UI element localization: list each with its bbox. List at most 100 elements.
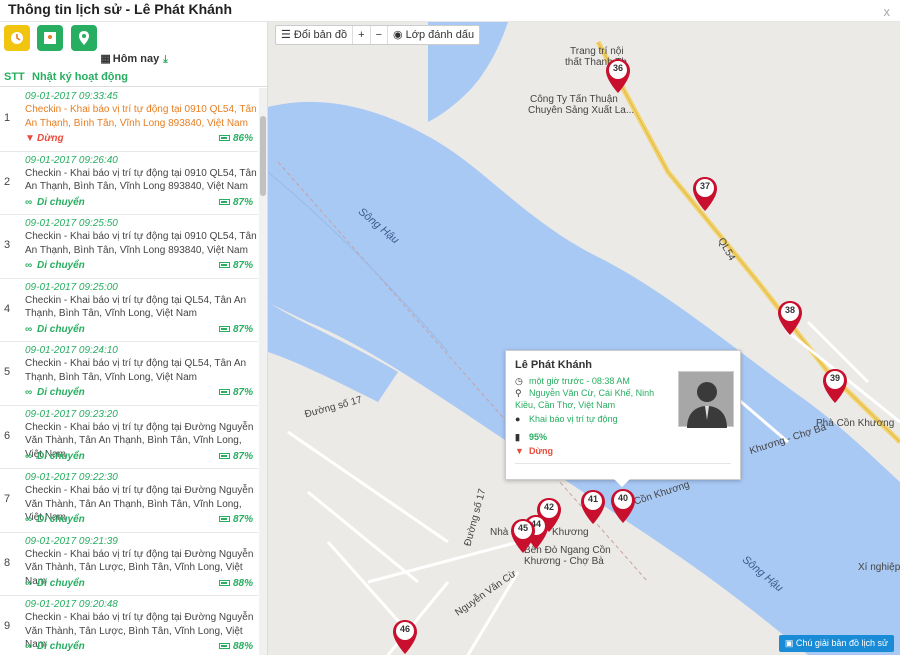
row-status-label: Di chuyển bbox=[37, 387, 85, 398]
zoom-in-button[interactable]: + bbox=[353, 26, 371, 44]
stop-pin-icon: ▼ bbox=[515, 446, 524, 456]
poi-label: Trang trí nội bbox=[570, 46, 624, 57]
row-status-label: Di chuyển bbox=[37, 450, 85, 462]
list-item[interactable]: 3 09-01-2017 09:25:50 Checkin - Khai báo… bbox=[0, 215, 258, 279]
row-number: 1 bbox=[4, 112, 11, 124]
battery-icon bbox=[218, 516, 230, 523]
poi-label: Công Ty Tấn Thuận bbox=[530, 94, 618, 105]
map-legend-button[interactable]: ▣ Chú giải bản đồ lịch sử bbox=[778, 635, 894, 652]
list-icon: ☰ bbox=[281, 29, 294, 41]
battery-icon: ▮ bbox=[515, 432, 520, 442]
row-status-label: Di chuyển bbox=[37, 577, 85, 589]
bicycle-icon: ∞ bbox=[25, 641, 33, 652]
history-icon bbox=[11, 32, 23, 44]
list-item[interactable]: 2 09-01-2017 09:26:40 Checkin - Khai báo… bbox=[0, 152, 258, 215]
scrollbar-thumb[interactable] bbox=[260, 116, 266, 196]
row-battery-value: 87% bbox=[232, 514, 253, 525]
row-status-label: Di chuyển bbox=[37, 641, 85, 652]
map-marker[interactable]: 36 bbox=[605, 58, 631, 94]
row-battery: 87% bbox=[218, 450, 253, 462]
map-marker[interactable]: 46 bbox=[392, 619, 418, 655]
comment-icon: ● bbox=[515, 414, 521, 424]
change-map-label: Đổi bản đồ bbox=[293, 29, 348, 41]
map-legend-label: Chú giải bản đồ lịch sử bbox=[795, 638, 888, 648]
row-time: 09-01-2017 09:20:48 bbox=[25, 599, 118, 610]
map-canvas[interactable]: ☰ Đổi bản đồ + − ◉ Lớp đánh dấu Trang tr… bbox=[268, 22, 900, 655]
list-item[interactable]: 4 09-01-2017 09:25:00 Checkin - Khai báo… bbox=[0, 279, 258, 342]
battery-icon bbox=[218, 389, 230, 396]
bicycle-icon: ∞ bbox=[25, 196, 33, 208]
marker-label: 36 bbox=[612, 63, 623, 73]
window-titlebar: Thông tin lịch sử - Lê Phát Khánh x bbox=[0, 0, 900, 22]
list-scrollbar[interactable] bbox=[259, 88, 267, 655]
list-item[interactable]: 6 09-01-2017 09:23:20 Checkin - Khai báo… bbox=[0, 406, 258, 469]
bicycle-icon: ∞ bbox=[25, 323, 33, 335]
row-battery-value: 87% bbox=[232, 196, 253, 208]
row-status: ▼ Dừng bbox=[25, 133, 64, 144]
info-popup[interactable]: Lê Phát Khánh ◷ một giờ trước - 08:38 AM … bbox=[505, 350, 741, 487]
date-filter[interactable]: ▦ Hôm nay ⤓ bbox=[0, 52, 267, 68]
row-status: ∞ Di chuyển bbox=[25, 387, 85, 398]
poi-label: Phà Cồn Khương bbox=[816, 418, 895, 429]
marker-label: 38 bbox=[784, 305, 795, 315]
list-item[interactable]: 5 09-01-2017 09:24:10 Checkin - Khai báo… bbox=[0, 342, 258, 406]
battery-icon bbox=[218, 262, 230, 269]
change-map-button[interactable]: ☰ Đổi bản đồ bbox=[276, 26, 354, 44]
row-battery: 86% bbox=[218, 133, 253, 144]
row-description: Checkin - Khai báo vị trí tự động tại 09… bbox=[25, 104, 257, 129]
close-button[interactable]: x bbox=[884, 4, 891, 19]
row-status: ∞ Di chuyển bbox=[25, 260, 85, 271]
map-marker[interactable]: 37 bbox=[692, 176, 718, 212]
layers-button[interactable]: ◉ Lớp đánh dấu bbox=[388, 26, 479, 44]
marker-label: 42 bbox=[543, 502, 554, 512]
map-marker[interactable]: 40 bbox=[610, 488, 636, 524]
popup-battery-text: 95% bbox=[529, 432, 548, 442]
row-battery-value: 88% bbox=[232, 641, 253, 652]
row-time: 09-01-2017 09:33:45 bbox=[25, 91, 118, 102]
window-title: Thông tin lịch sử - Lê Phát Khánh bbox=[8, 1, 233, 17]
battery-icon bbox=[218, 643, 230, 650]
row-time: 09-01-2017 09:23:20 bbox=[25, 408, 118, 420]
avatar bbox=[678, 371, 734, 428]
popup-type: ● Khai báo vị trí tự động bbox=[515, 413, 618, 425]
poi-label: Xí nghiệp bbox=[858, 562, 900, 573]
row-number: 2 bbox=[4, 175, 11, 188]
row-battery: 88% bbox=[218, 578, 253, 589]
popup-status-text: Dừng bbox=[529, 446, 554, 456]
bicycle-icon: ∞ bbox=[25, 577, 33, 589]
row-battery-value: 87% bbox=[232, 450, 253, 462]
map-marker[interactable]: 45 bbox=[510, 518, 536, 554]
marker-label: 39 bbox=[829, 373, 840, 383]
popup-name: Lê Phát Khánh bbox=[515, 359, 593, 371]
row-time: 09-01-2017 09:21:39 bbox=[25, 535, 118, 547]
list-item[interactable]: 1 09-01-2017 09:33:45 Checkin - Khai báo… bbox=[0, 88, 258, 152]
popup-battery: ▮ 95% bbox=[515, 431, 547, 443]
history-toggle-button[interactable] bbox=[4, 25, 30, 51]
map-marker-icon bbox=[79, 31, 89, 45]
row-description: Checkin - Khai báo vị trí tự động tại 09… bbox=[25, 167, 257, 193]
list-item[interactable]: 7 09-01-2017 09:22:30 Checkin - Khai báo… bbox=[0, 469, 258, 533]
battery-icon bbox=[218, 452, 230, 459]
map-view-button[interactable] bbox=[37, 25, 63, 51]
popup-address: ⚲ Nguyễn Văn Cừ, Cái Khế, Ninh Kiều, Cần … bbox=[515, 387, 665, 411]
row-status: ∞ Di chuyển bbox=[25, 641, 85, 652]
row-status-label: Di chuyển bbox=[37, 196, 85, 208]
map-marker[interactable]: 38 bbox=[777, 300, 803, 336]
map-marker[interactable]: 41 bbox=[580, 489, 606, 525]
bicycle-icon: ∞ bbox=[25, 387, 33, 398]
map-marker[interactable]: 39 bbox=[822, 368, 848, 404]
route-button[interactable] bbox=[71, 25, 97, 51]
zoom-out-button[interactable]: − bbox=[371, 26, 389, 44]
row-status-label: Di chuyển bbox=[37, 514, 85, 525]
row-status-label: Di chuyển bbox=[37, 260, 85, 271]
bicycle-icon: ∞ bbox=[25, 514, 33, 525]
list-item[interactable]: 8 09-01-2017 09:21:39 Checkin - Khai báo… bbox=[0, 533, 258, 596]
download-icon[interactable]: ⤓ bbox=[163, 54, 167, 65]
row-battery: 87% bbox=[218, 260, 253, 271]
clock-icon: ◷ bbox=[515, 376, 523, 386]
row-battery-value: 86% bbox=[232, 133, 253, 144]
list-item[interactable]: 9 09-01-2017 09:20:48 Checkin - Khai báo… bbox=[0, 596, 258, 655]
poi-label: Nhà bbox=[490, 527, 509, 538]
row-number: 3 bbox=[4, 239, 11, 251]
location-icon: ⚲ bbox=[515, 388, 522, 398]
